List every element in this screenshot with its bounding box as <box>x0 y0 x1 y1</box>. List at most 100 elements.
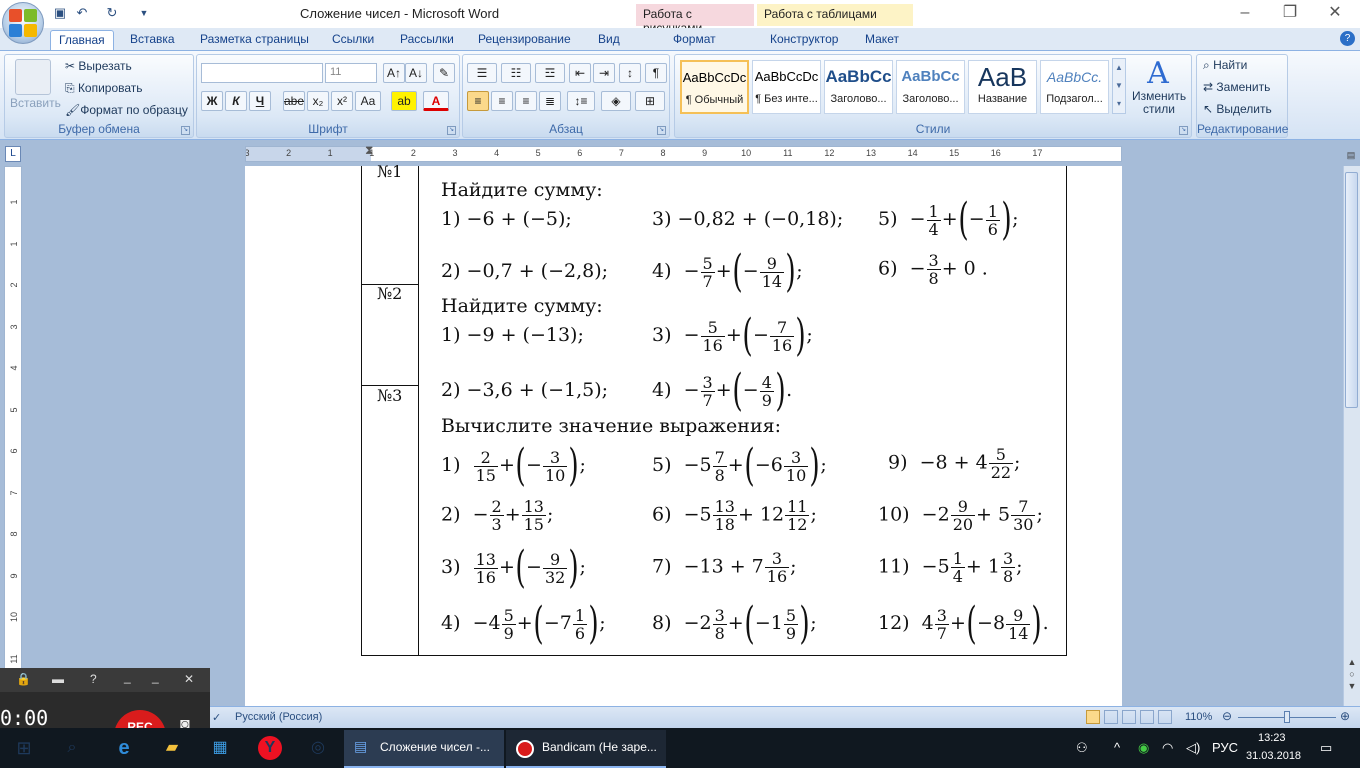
font-launcher-icon[interactable]: ↘ <box>447 126 456 135</box>
line-spacing-icon[interactable]: ↕≡ <box>567 91 595 111</box>
search-icon[interactable]: ⌕ <box>60 736 84 760</box>
tab-home[interactable]: Главная <box>50 30 114 50</box>
change-case-button[interactable]: Aa <box>355 91 381 111</box>
styles-scroll-icon[interactable]: ▲ ▼ ▾ <box>1112 58 1126 114</box>
show-marks-icon[interactable]: ¶ <box>645 63 667 83</box>
language-indicator[interactable]: РУС <box>1212 740 1238 755</box>
tab-selector-icon[interactable]: L <box>5 146 21 162</box>
tab-view[interactable]: Вид <box>590 30 628 50</box>
zoom-level[interactable]: 110% <box>1185 711 1212 723</box>
draft-icon[interactable] <box>1158 710 1172 724</box>
font-color-icon[interactable]: A <box>423 91 449 111</box>
select-button[interactable]: ↖ Выделить <box>1203 99 1272 119</box>
save-icon[interactable]: ▣ <box>52 5 68 21</box>
subscript-button[interactable]: x₂ <box>307 91 329 111</box>
strikethrough-button[interactable]: abe <box>283 91 305 111</box>
store-icon[interactable]: ▦ <box>208 736 232 760</box>
taskbar-word-button[interactable]: ▤ Сложение чисел -... <box>344 730 504 768</box>
format-painter-button[interactable]: 🖌Формат по образцу <box>65 100 188 120</box>
document-page[interactable]: №1 №2 №3 Найдите сумму: 1) −6 + (−5); 3)… <box>245 162 1122 706</box>
style-normal[interactable]: AaBbCcDc ¶ Обычный <box>680 60 749 114</box>
paste-button[interactable]: Вставить <box>10 93 61 113</box>
notifications-icon[interactable]: ▭ <box>1320 740 1332 756</box>
help-icon[interactable]: ? <box>1340 31 1355 46</box>
maximize-button[interactable]: ❐ <box>1270 2 1310 24</box>
font-name-combo[interactable] <box>201 63 323 83</box>
tab-mailings[interactable]: Рассылки <box>392 30 462 50</box>
styles-launcher-icon[interactable]: ↘ <box>1179 126 1188 135</box>
close-button[interactable]: ✕ <box>1315 2 1355 24</box>
replace-button[interactable]: ⇄ Заменить <box>1203 77 1270 97</box>
horizontal-ruler[interactable]: 3211234567891011121314151617 <box>245 146 1122 162</box>
tab-design[interactable]: Конструктор <box>762 30 846 50</box>
tab-references[interactable]: Ссылки <box>324 30 382 50</box>
volume-icon[interactable]: ◁) <box>1186 740 1200 756</box>
lock-icon[interactable]: 🔒 <box>16 672 31 686</box>
paragraph-launcher-icon[interactable]: ↘ <box>657 126 666 135</box>
style-no-spacing[interactable]: AaBbCcDc ¶ Без инте... <box>752 60 821 114</box>
align-center-icon[interactable]: ≡ <box>491 91 513 111</box>
redo-icon[interactable]: ↻ <box>104 5 120 21</box>
align-right-icon[interactable]: ≡ <box>515 91 537 111</box>
bold-button[interactable]: Ж <box>201 91 223 111</box>
tab-insert[interactable]: Вставка <box>122 30 183 50</box>
qat-customize-icon[interactable]: ▼ <box>136 5 152 21</box>
start-icon[interactable]: ⊞ <box>12 736 36 760</box>
align-left-icon[interactable]: ≡ <box>467 91 489 111</box>
clipboard-launcher-icon[interactable]: ↘ <box>181 126 190 135</box>
zoom-in-icon[interactable]: ⊕ <box>1340 709 1350 723</box>
zoom-slider-thumb[interactable] <box>1284 711 1290 723</box>
language-status[interactable]: Русский (Россия) <box>235 711 322 723</box>
minimize-button[interactable]: – <box>1225 2 1265 24</box>
browse-object-icon[interactable]: ▲ ○ ▼ <box>1346 656 1358 692</box>
explorer-icon[interactable]: ▰ <box>160 736 184 760</box>
close-icon-bandicam[interactable]: ✕ <box>184 672 194 686</box>
people-icon[interactable]: ⚇ <box>1076 740 1088 756</box>
scrollbar-thumb[interactable] <box>1345 172 1358 408</box>
wifi-icon[interactable]: ◠ <box>1162 740 1173 756</box>
highlight-icon[interactable]: ab <box>391 91 417 111</box>
outline-icon[interactable] <box>1140 710 1154 724</box>
folder-icon[interactable]: ▬ <box>52 672 64 686</box>
font-size-combo[interactable]: 11 <box>325 63 377 83</box>
style-heading1[interactable]: AaBbCc Заголово... <box>824 60 893 114</box>
undo-icon[interactable]: ↶ <box>74 5 90 21</box>
underline-button[interactable]: Ч <box>249 91 271 111</box>
shading-icon[interactable]: ◈ <box>601 91 631 111</box>
web-layout-icon[interactable] <box>1122 710 1136 724</box>
clear-format-icon[interactable]: ✎ <box>433 63 455 83</box>
borders-icon[interactable]: ⊞ <box>635 91 665 111</box>
bullets-icon[interactable]: ☰ <box>467 63 497 83</box>
shrink-font-icon[interactable]: A↓ <box>405 63 427 83</box>
increase-indent-icon[interactable]: ⇥ <box>593 63 615 83</box>
superscript-button[interactable]: x² <box>331 91 353 111</box>
help-icon-bandicam[interactable]: ? <box>90 672 97 686</box>
yandex-icon[interactable]: Y <box>258 736 282 760</box>
clock-date[interactable]: 31.03.2018 <box>1246 750 1301 762</box>
style-subtitle[interactable]: AaBbCc. Подзагол... <box>1040 60 1109 114</box>
copy-button[interactable]: ⎘ Копировать <box>65 78 143 98</box>
change-styles-icon[interactable]: A <box>1140 56 1176 92</box>
tray-app-icon[interactable]: ◉ <box>1138 740 1149 756</box>
proofing-icon[interactable]: ✓ <box>212 711 221 724</box>
edge-icon[interactable]: e <box>112 736 136 760</box>
tab-table-layout[interactable]: Макет <box>857 30 907 50</box>
italic-button[interactable]: К <box>225 91 247 111</box>
grow-font-icon[interactable]: A↑ <box>383 63 405 83</box>
tab-page-layout[interactable]: Разметка страницы <box>192 30 317 50</box>
style-heading2[interactable]: AaBbCc Заголово... <box>896 60 965 114</box>
mini-icon[interactable]: _ <box>124 670 131 684</box>
taskbar-bandicam-button[interactable]: Bandicam (Не заре... <box>506 730 666 768</box>
paste-icon[interactable] <box>15 59 51 95</box>
multilevel-list-icon[interactable]: ☲ <box>535 63 565 83</box>
minimize-icon-bandicam[interactable]: _ <box>152 670 159 684</box>
change-styles-button[interactable]: Изменить стили <box>1132 90 1186 118</box>
justify-icon[interactable]: ≣ <box>539 91 561 111</box>
vertical-ruler[interactable]: 1123456789101112 <box>4 166 22 706</box>
find-button[interactable]: ⌕ Найти <box>1203 55 1247 75</box>
decrease-indent-icon[interactable]: ⇤ <box>569 63 591 83</box>
tab-review[interactable]: Рецензирование <box>470 30 579 50</box>
clock-time[interactable]: 13:23 <box>1258 732 1286 744</box>
indent-marker-icon[interactable]: ⧗ <box>365 143 373 158</box>
cut-button[interactable]: ✂ Вырезать <box>65 56 132 76</box>
